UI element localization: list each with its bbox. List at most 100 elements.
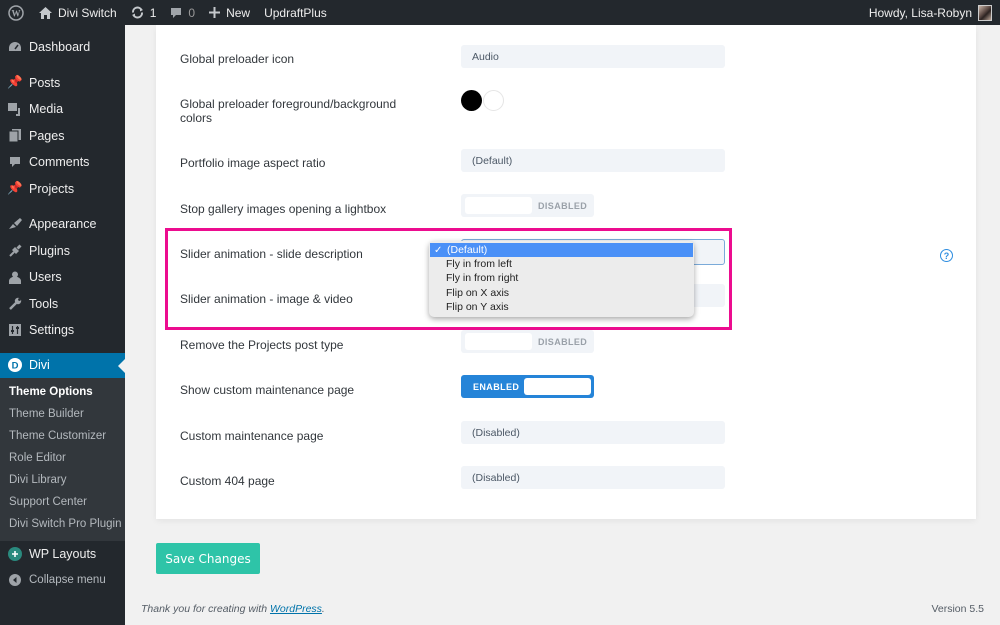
sidebar-item-posts[interactable]: 📌 Posts [0,70,125,97]
setting-label: Global preloader icon [180,52,295,66]
sidebar-item-plugins[interactable]: Plugins [0,238,125,265]
sidebar-item-label: Tools [29,296,59,311]
setting-label: Slider animation - image & video [180,292,353,306]
collapse-icon [8,573,22,587]
footer-version: Version 5.5 [931,603,984,615]
sidebar-item-label: Settings [29,323,75,338]
admin-bar: W Divi Switch 1 0 New UpdraftPlus Howdy,… [0,0,1000,25]
sidebar-item-label: Plugins [29,243,70,258]
comments-link[interactable]: 0 [163,0,202,25]
sidebar-item-label: Projects [29,181,75,196]
sidebar-item-settings[interactable]: Settings [0,317,125,344]
setting-label: Slider animation - slide description [180,247,363,261]
sidebar-item-tools[interactable]: Tools [0,291,125,318]
sidebar-item-label: Users [29,270,62,285]
save-changes-button[interactable]: Save Changes [156,543,260,574]
divi-logo-icon: D [8,358,22,372]
sliders-icon [8,323,22,337]
foreground-color-swatch[interactable] [461,90,482,111]
toggle-knob [465,333,532,350]
submenu-item-role-editor[interactable]: Role Editor [0,447,125,469]
option-label: (Default) [447,244,488,257]
sidebar-item-projects[interactable]: 📌 Projects [0,176,125,203]
sidebar-item-label: Appearance [29,217,97,232]
sidebar-item-divi[interactable]: D Divi [0,352,125,378]
greeting: Howdy, Lisa-Robyn [868,5,972,20]
brush-icon [8,217,22,231]
dropdown-option-flip-y[interactable]: Flip on Y axis [429,300,694,314]
setting-label: Remove the Projects post type [180,338,344,352]
new-content-link[interactable]: New [202,0,257,25]
sidebar-item-label: Divi [29,358,50,372]
toggle-state: ENABLED [473,381,520,392]
checkmark-icon: ✓ [434,244,443,256]
maintenance-page-toggle[interactable]: ENABLED [461,375,594,398]
updates-count: 1 [149,5,157,20]
sidebar-item-media[interactable]: Media [0,96,125,123]
option-label: Fly in from left [446,258,512,271]
maintenance-page-select[interactable]: (Disabled) [461,421,725,444]
site-name-link[interactable]: Divi Switch [32,0,124,25]
setting-label: Custom maintenance page [180,429,324,443]
comments-count: 0 [188,5,196,20]
setting-label: Portfolio image aspect ratio [180,156,326,170]
pages-icon [8,129,22,143]
sidebar-item-users[interactable]: Users [0,264,125,291]
sidebar-item-dashboard[interactable]: Dashboard [0,34,125,61]
portfolio-ratio-select[interactable]: (Default) [461,149,725,172]
sidebar-item-label: Comments [29,155,90,170]
avatar [978,4,992,21]
collapse-menu-button[interactable]: Collapse menu [0,567,125,594]
submenu-item-divi-library[interactable]: Divi Library [0,469,125,491]
sidebar-item-appearance[interactable]: Appearance [0,211,125,238]
setting-label: Global preloader foreground/background c… [180,97,397,125]
page-404-select[interactable]: (Disabled) [461,466,725,489]
sidebar-item-label: Pages [29,128,65,143]
admin-sidebar: Dashboard 📌 Posts Media Pages Comments 📌… [0,25,125,625]
dashboard-icon [8,40,22,54]
dropdown-option-flip-x[interactable]: Flip on X axis [429,286,694,300]
home-icon [39,6,52,19]
submenu-item-theme-builder[interactable]: Theme Builder [0,403,125,425]
setting-label: Stop gallery images opening a lightbox [180,202,387,216]
svg-text:D: D [12,361,19,372]
updraftplus-link[interactable]: UpdraftPlus [257,0,334,25]
collapse-label: Collapse menu [29,574,106,587]
wordpress-icon: W [8,4,24,21]
plug-icon [8,244,22,258]
option-label: Flip on X axis [446,286,510,299]
help-icon[interactable]: ? [940,249,953,262]
submenu-item-support-center[interactable]: Support Center [0,491,125,513]
remove-projects-toggle[interactable]: DISABLED [461,330,594,353]
background-color-swatch[interactable] [483,90,504,111]
sidebar-item-comments[interactable]: Comments [0,149,125,176]
option-label: Flip on Y axis [446,300,509,313]
toggle-state: DISABLED [538,200,588,211]
dropdown-option-default[interactable]: ✓ (Default) [430,243,693,258]
dropdown-option-fly-left[interactable]: Fly in from left [429,257,694,271]
sidebar-item-pages[interactable]: Pages [0,123,125,150]
option-label: Fly in from right [446,272,519,285]
gallery-lightbox-toggle[interactable]: DISABLED [461,194,594,217]
submenu-item-theme-options[interactable]: Theme Options [0,382,125,404]
updraftplus-label: UpdraftPlus [264,5,327,20]
site-name: Divi Switch [58,5,117,20]
toggle-state: DISABLED [538,336,588,347]
media-icon [8,102,22,116]
dropdown-option-fly-right[interactable]: Fly in from right [429,271,694,285]
updates-link[interactable]: 1 [124,0,164,25]
toggle-knob [465,197,532,214]
wordpress-link[interactable]: WordPress [270,603,322,615]
submenu-item-divi-switch-pro[interactable]: Divi Switch Pro Plugin [0,513,125,535]
current-menu-arrow [118,358,125,373]
wordpress-logo-button[interactable]: W [0,0,32,25]
account-menu[interactable]: Howdy, Lisa-Robyn [862,0,1000,25]
cloud-plus-icon [8,546,22,561]
plus-icon [209,7,221,18]
updates-icon [131,6,143,19]
footer-thanks: Thank you for creating with WordPress. [141,603,325,615]
setting-label: Custom 404 page [180,474,275,488]
preloader-icon-select[interactable]: Audio [461,45,725,68]
sidebar-item-wp-layouts[interactable]: WP Layouts [0,541,125,568]
submenu-item-theme-customizer[interactable]: Theme Customizer [0,425,125,447]
